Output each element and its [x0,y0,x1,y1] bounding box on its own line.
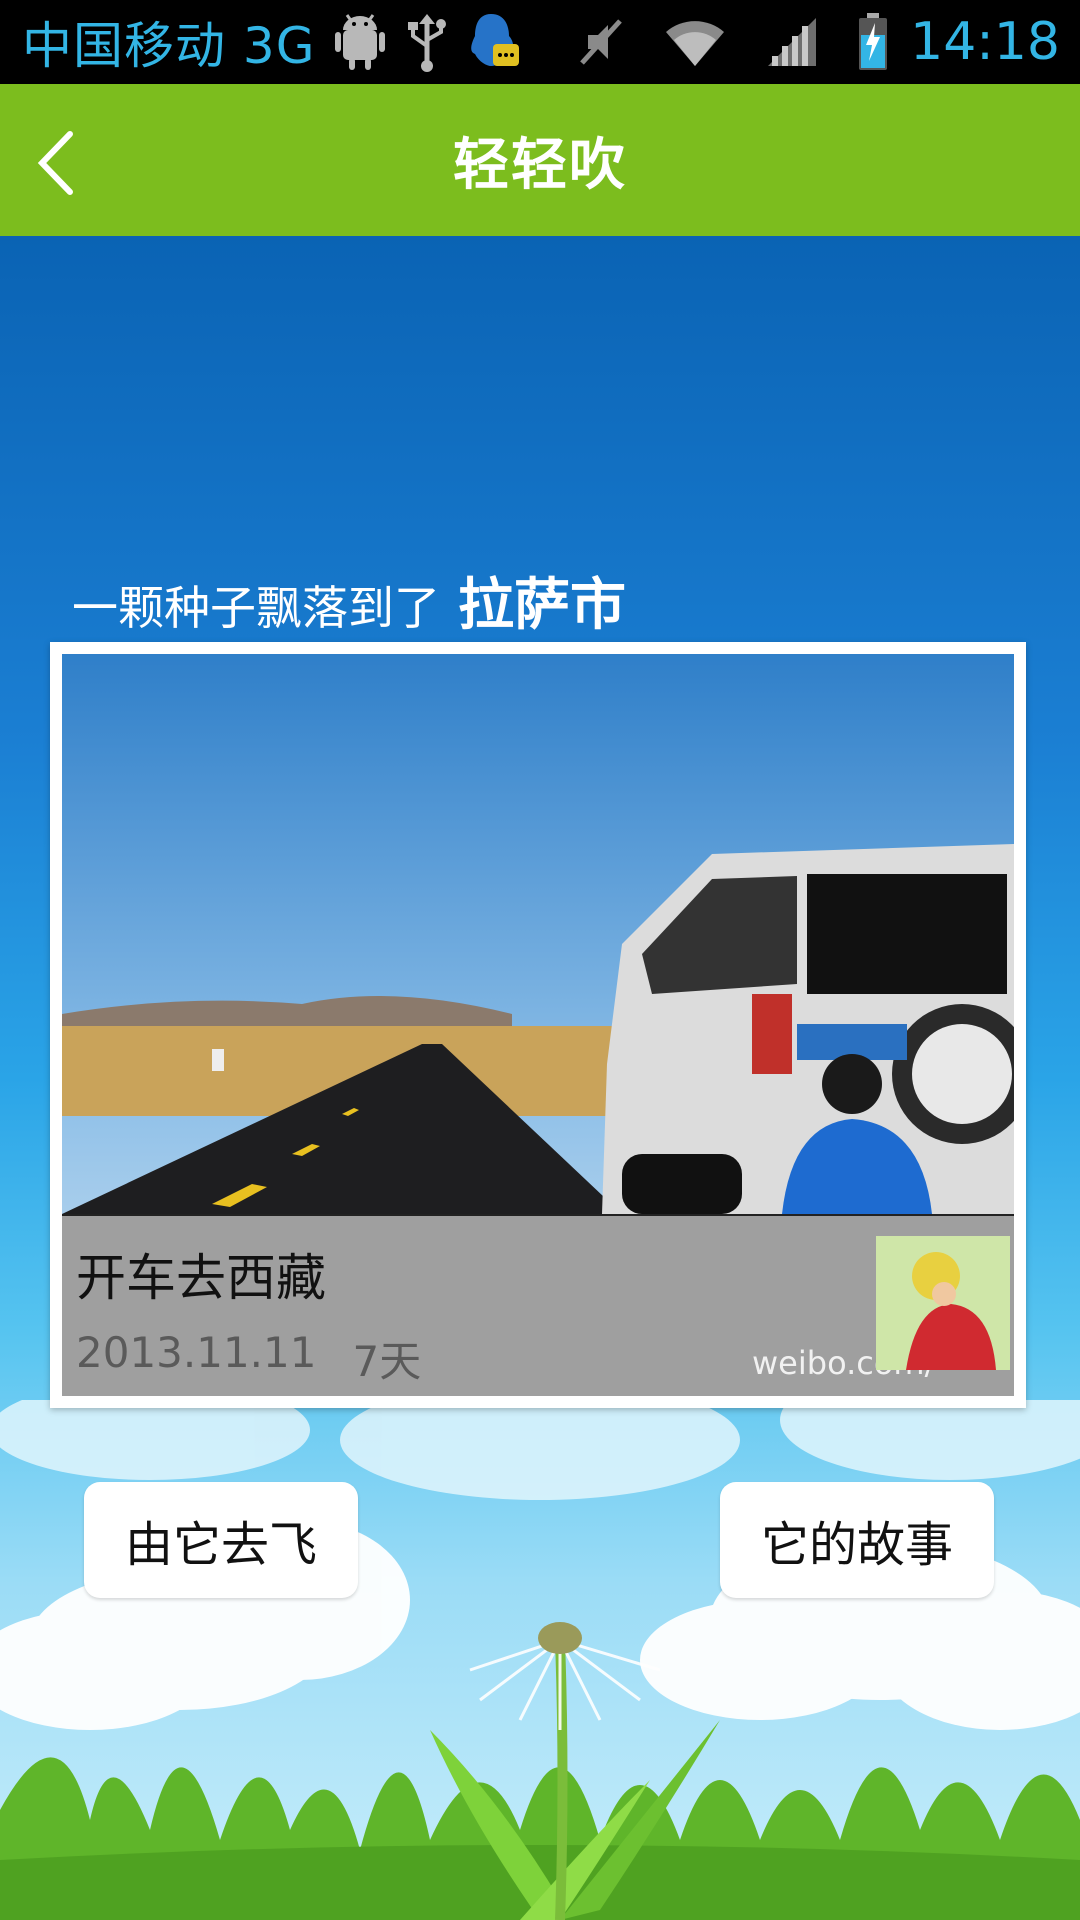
grass-dandelion-illustration [0,1400,1080,1920]
seed-city: 拉萨市 [458,573,626,638]
back-chevron-icon [37,131,73,195]
battery-charging-icon [858,7,888,77]
story-duration: 7天 [352,1337,422,1386]
story-photo: weibo.com/ 开车去西藏 2013.11.11 7天 [62,654,1014,1396]
seed-text: 一颗种子飘落到了 [72,581,440,635]
back-button[interactable] [28,128,88,198]
qq-notification-icon [467,7,521,77]
story-date: 2013.11.11 [76,1328,317,1377]
avatar[interactable] [876,1236,1010,1370]
usb-icon [405,7,449,77]
clock: 14:18 [910,12,1060,72]
title-bar: 轻轻吹 [0,84,1080,236]
avatar-image [876,1236,1010,1370]
story-card[interactable]: weibo.com/ 开车去西藏 2013.11.11 7天 [50,642,1026,1408]
wifi-icon [664,7,726,77]
story-meta: 2013.11.11 7天 [76,1328,421,1389]
page-title: 轻轻吹 [453,132,627,198]
mute-icon [578,7,624,77]
let-it-fly-button[interactable]: 由它去飞 [84,1482,358,1598]
signal-icon [766,7,818,77]
seed-location-line: 一颗种子飘落到了 拉萨市 [72,560,626,641]
story-title: 开车去西藏 [76,1249,326,1307]
status-bar: 中国移动 3G 14:18 [0,0,1080,84]
its-story-button[interactable]: 它的故事 [720,1482,994,1598]
android-debug-icon [333,7,387,77]
caption-overlay: weibo.com/ 开车去西藏 2013.11.11 7天 [62,1216,1014,1396]
carrier-label: 中国移动 3G [22,17,316,75]
